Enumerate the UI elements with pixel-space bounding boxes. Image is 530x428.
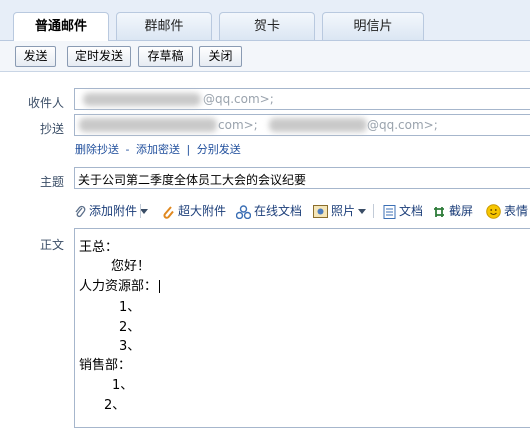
screenshot-button[interactable]: 截屏 <box>432 202 473 220</box>
redacted-address <box>83 93 201 106</box>
link-separator: | <box>186 143 191 156</box>
paperclip-icon <box>75 205 86 217</box>
scheduled-send-button[interactable]: 定时发送 <box>67 46 131 67</box>
remove-cc-link[interactable]: 删除抄送 <box>75 143 119 156</box>
body-label: 正文 <box>39 238 64 252</box>
large-attachment-button[interactable]: 超大附件 <box>162 202 226 220</box>
to-label: 收件人 <box>27 96 64 110</box>
save-draft-button[interactable]: 存草稿 <box>138 46 193 67</box>
divider <box>140 204 141 218</box>
subject-text: 关于公司第二季度全体员工大会的会议纪要 <box>78 173 307 187</box>
online-doc-button[interactable]: 在线文档 <box>236 202 302 220</box>
close-button[interactable]: 关闭 <box>199 46 242 67</box>
body-line-cursor: 人力资源部： <box>79 275 161 294</box>
redacted-address <box>269 118 367 132</box>
add-attachment-button[interactable]: 添加附件 <box>74 202 149 220</box>
document-label: 文档 <box>399 204 424 218</box>
document-icon <box>383 204 396 219</box>
emoji-label: 表情 <box>504 204 529 218</box>
online-doc-label: 在线文档 <box>254 204 303 218</box>
body-line: 1、 <box>112 378 134 393</box>
tab-normal-mail[interactable]: 普通邮件 <box>13 12 109 41</box>
cc-field-text-2: @qq.com>; <box>367 118 438 132</box>
large-attachment-icon <box>163 205 174 219</box>
body-line: 您好！ <box>111 259 151 274</box>
cc-field[interactable]: com>; @qq.com>; <box>74 114 530 136</box>
scissors-icon <box>434 206 444 217</box>
separate-send-link[interactable]: 分别发送 <box>197 143 241 156</box>
text-cursor <box>159 280 161 293</box>
cc-label: 抄送 <box>39 122 64 136</box>
body-line: 销售部： <box>79 358 132 373</box>
tab-group-mail[interactable]: 群邮件 <box>116 12 212 40</box>
subject-input[interactable]: 关于公司第二季度全体员工大会的会议纪要 <box>74 167 530 189</box>
tab-postcard[interactable]: 明信片 <box>322 12 424 40</box>
redacted-address <box>79 118 217 132</box>
compose-toolbar: 发送 定时发送 存草稿 关闭 <box>0 41 530 72</box>
send-button[interactable]: 发送 <box>15 46 56 67</box>
emoji-button[interactable]: 表情 <box>486 202 528 220</box>
document-button[interactable]: 文档 <box>383 202 423 220</box>
photo-button[interactable]: 照片 <box>313 202 367 220</box>
add-bcc-link[interactable]: 添加密送 <box>136 143 180 156</box>
divider <box>373 204 374 218</box>
cc-link-row: 删除抄送 - 添加密送 | 分别发送 <box>75 141 241 157</box>
photo-icon <box>313 205 328 218</box>
cc-field-text-1: com>; <box>218 118 258 132</box>
body-line: 王总： <box>79 240 119 255</box>
body-line: 2、 <box>104 398 126 413</box>
photo-label: 照片 <box>331 204 356 218</box>
to-field-text: @qq.com>; <box>203 92 274 106</box>
large-attachment-label: 超大附件 <box>178 204 227 218</box>
online-doc-icon <box>236 204 251 219</box>
body-line: 2、 <box>119 320 141 335</box>
body-line: 1、 <box>119 300 141 315</box>
tab-bar: 普通邮件 群邮件 贺卡 明信片 <box>0 0 530 41</box>
subject-label: 主题 <box>39 175 64 189</box>
chevron-down-icon[interactable] <box>358 209 367 214</box>
tab-greeting-card[interactable]: 贺卡 <box>219 12 315 40</box>
add-attachment-label: 添加附件 <box>89 204 138 218</box>
link-dash: - <box>125 143 130 156</box>
body-line: 人力资源部： <box>79 279 158 294</box>
smiley-icon <box>486 204 501 219</box>
screenshot-label: 截屏 <box>449 204 474 218</box>
body-line: 3、 <box>119 339 141 354</box>
chevron-down-icon[interactable] <box>140 209 149 214</box>
to-field[interactable]: @qq.com>; <box>74 88 530 110</box>
